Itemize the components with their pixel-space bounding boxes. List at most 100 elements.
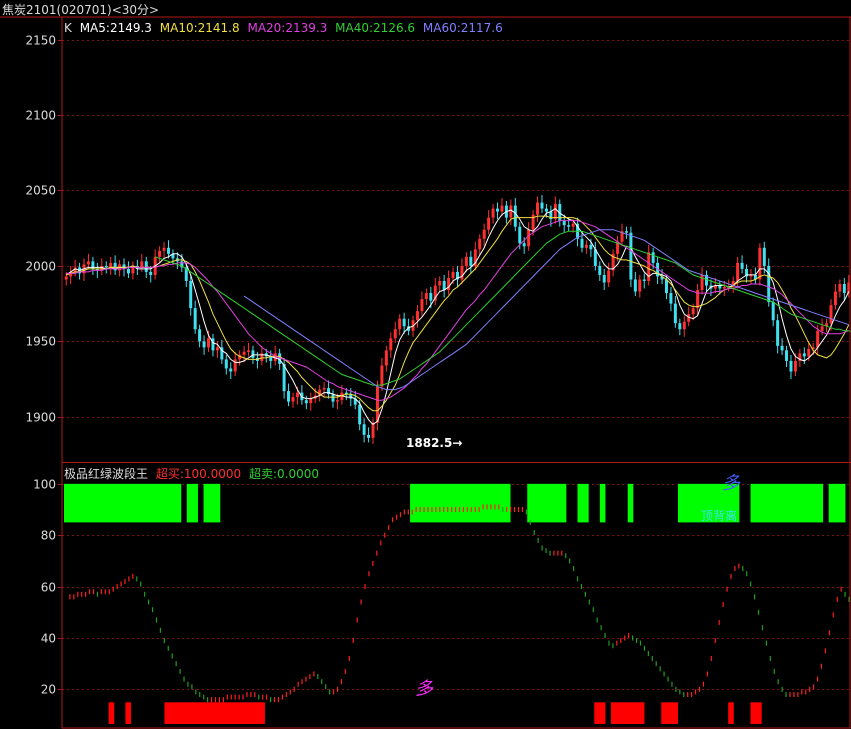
- candle-body: [736, 262, 740, 281]
- candle-body: [420, 299, 424, 312]
- candle-body: [251, 350, 255, 358]
- buy-signal-block: [828, 483, 846, 523]
- candle-body: [553, 204, 557, 220]
- buy-signal-block: [599, 483, 606, 523]
- candle-body: [166, 247, 170, 254]
- buy-signal-block: [627, 483, 634, 523]
- candle-body: [758, 247, 762, 280]
- candle-body: [384, 350, 388, 366]
- candle-body: [482, 229, 486, 239]
- candle-body: [580, 238, 584, 248]
- candle-body: [309, 398, 313, 404]
- candle-body: [126, 268, 130, 274]
- candle-body: [496, 208, 500, 212]
- candle-body: [442, 280, 446, 291]
- candle-body: [207, 338, 211, 348]
- candle-body: [642, 279, 646, 281]
- candle-body: [224, 359, 228, 369]
- candle-body: [842, 284, 846, 294]
- chart-frame: [61, 16, 851, 729]
- candle-body: [567, 225, 571, 227]
- candle-body: [198, 329, 202, 342]
- candle-body: [424, 293, 428, 300]
- candle-body: [478, 238, 482, 250]
- candle-body: [64, 276, 68, 280]
- candle-body: [780, 345, 784, 351]
- candle-body: [527, 229, 531, 247]
- buy-signal-block: [577, 483, 589, 523]
- candle-body: [776, 320, 780, 346]
- candle-body: [140, 261, 144, 268]
- ind-tick-label: 20: [41, 683, 56, 697]
- candle-body: [86, 261, 90, 265]
- candle-body: [562, 220, 566, 226]
- candle-body: [838, 284, 842, 292]
- candle-body: [415, 311, 419, 321]
- candle-body: [522, 243, 526, 247]
- low-price-annotation: 1882.5→: [406, 436, 462, 450]
- sell-signal-block: [108, 702, 115, 724]
- candle-body: [664, 279, 668, 294]
- chart-canvas[interactable]: 1900 1950 2000 2050 2100 2150 1882.5→ 20 40 60 80…: [0, 16, 851, 729]
- candle-body: [624, 231, 628, 233]
- indicator-panel: 20406080100顶背离多多: [33, 473, 851, 724]
- top-divergence-label: 顶背离: [701, 508, 737, 523]
- candle-body: [358, 404, 362, 425]
- candle-body: [215, 347, 219, 351]
- candle-body: [335, 400, 339, 402]
- candle-body: [767, 265, 771, 303]
- long-signal-label: 多: [722, 473, 741, 494]
- candle-body: [833, 291, 837, 306]
- candle-body: [460, 265, 464, 280]
- candle-body: [762, 247, 766, 266]
- buy-signal-block: [527, 483, 567, 523]
- candle-body: [651, 252, 655, 263]
- candle-body: [331, 394, 335, 402]
- candle-body: [487, 217, 491, 230]
- candle-body: [540, 202, 544, 209]
- sell-signal-block: [750, 702, 762, 724]
- buy-signal-block: [64, 483, 182, 523]
- candle-body: [367, 434, 371, 438]
- candle-body: [402, 318, 406, 327]
- candle-body: [682, 321, 686, 330]
- candle-body: [109, 262, 113, 268]
- candle-body: [509, 205, 513, 218]
- candle-body: [291, 397, 295, 402]
- candle-body: [242, 351, 246, 355]
- candle-body: [669, 293, 673, 304]
- ind-tick-label: 100: [33, 478, 56, 492]
- candle-body: [789, 360, 793, 372]
- ind-tick-label: 40: [41, 632, 56, 646]
- candle-body: [638, 279, 642, 292]
- candle-body: [589, 244, 593, 250]
- candle-body: [598, 265, 602, 275]
- candle-body: [202, 341, 206, 348]
- candle-body: [149, 271, 153, 275]
- ma-line-ma60: [243, 229, 849, 391]
- candle-body: [162, 247, 166, 251]
- candle-body: [451, 271, 455, 278]
- candle-body: [469, 256, 473, 266]
- candle-body: [807, 348, 811, 357]
- candle-body: [513, 205, 517, 227]
- candle-body: [371, 422, 375, 438]
- candle-body: [673, 303, 677, 324]
- price-tick-label: 1950: [25, 335, 56, 349]
- candle-body: [678, 323, 682, 330]
- candle-body: [793, 360, 797, 372]
- candle-body: [464, 256, 468, 266]
- candle-body: [633, 279, 637, 292]
- ma-line-ma40: [154, 230, 851, 386]
- candle-body: [429, 293, 433, 301]
- candle-body: [536, 202, 540, 215]
- candle-body: [491, 208, 495, 218]
- price-tick-label: 2100: [25, 109, 56, 123]
- price-tick-label: 2000: [25, 260, 56, 274]
- candle-body: [829, 305, 833, 324]
- candle-body: [722, 287, 726, 289]
- sell-signal-block: [164, 702, 265, 724]
- candle-body: [229, 368, 233, 372]
- buy-signal-block: [186, 483, 198, 523]
- candle-body: [393, 329, 397, 339]
